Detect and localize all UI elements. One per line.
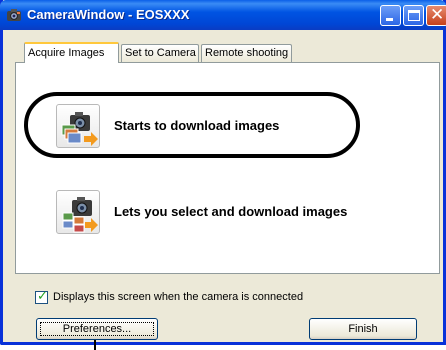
preferences-button[interactable]: Preferences...	[36, 318, 158, 340]
maximize-icon	[408, 10, 420, 21]
focus-rectangle	[40, 322, 154, 336]
camera-window: CameraWindow - EOSXXX ✕ Acquire Images S…	[0, 0, 446, 345]
window-title: CameraWindow - EOSXXX	[27, 7, 190, 22]
download-all-label: Starts to download images	[114, 118, 280, 133]
select-download-label: Lets you select and download images	[114, 204, 348, 219]
finish-label: Finish	[348, 323, 378, 335]
minimize-icon	[386, 18, 393, 21]
maximize-button[interactable]	[403, 5, 424, 26]
camera-select-download-icon	[56, 190, 100, 234]
checkmark-icon: ✓	[37, 289, 48, 304]
tab-acquire-images[interactable]: Acquire Images	[24, 42, 119, 63]
tab-remote-shooting[interactable]: Remote shooting	[201, 44, 292, 62]
camera-app-icon	[7, 9, 21, 21]
select-download-action[interactable]: Lets you select and download images	[56, 190, 426, 236]
title-bar[interactable]: CameraWindow - EOSXXX ✕	[0, 0, 446, 30]
callout-pointer-line	[94, 340, 96, 350]
minimize-button[interactable]	[380, 5, 401, 26]
tab-set-to-camera[interactable]: Set to Camera	[121, 44, 199, 62]
close-button[interactable]: ✕	[426, 5, 446, 26]
finish-button[interactable]: Finish	[309, 318, 417, 340]
acquire-images-panel: Starts to download images Lets you selec…	[15, 62, 440, 274]
camera-download-icon	[56, 104, 100, 148]
close-icon: ✕	[430, 5, 445, 25]
auto-display-label: Displays this screen when the camera is …	[53, 291, 304, 303]
auto-display-checkbox[interactable]: ✓	[35, 289, 48, 304]
download-all-action[interactable]: Starts to download images	[56, 104, 426, 150]
